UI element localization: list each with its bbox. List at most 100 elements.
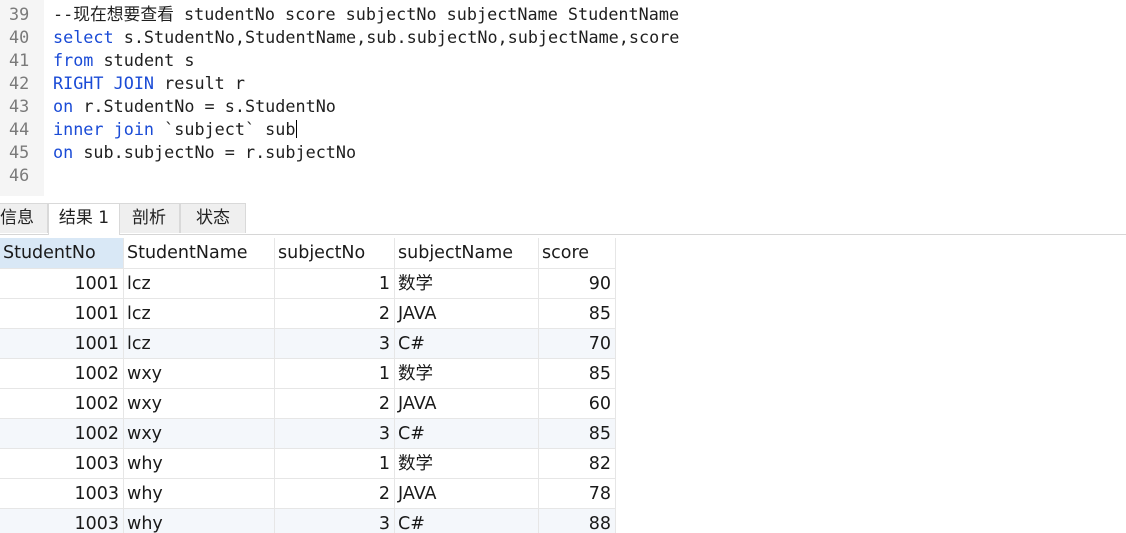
sql-comment: --现在想要查看 studentNo score subjectNo subje…: [53, 4, 680, 24]
cell-studentno[interactable]: 1001: [0, 299, 124, 329]
code-text: on r.StudentNo = s.StudentNo: [53, 95, 336, 118]
cell-subjectno[interactable]: 2: [275, 299, 395, 329]
sql-text: result r: [154, 73, 245, 93]
table-row[interactable]: 1001 lcz 2 JAVA 85: [0, 299, 616, 329]
cell-subjectname[interactable]: C#: [395, 509, 539, 533]
cell-score[interactable]: 90: [539, 269, 616, 299]
text-caret: [295, 120, 297, 138]
cell-studentname[interactable]: wxy: [124, 359, 275, 389]
code-text: inner join `subject` sub: [53, 118, 297, 141]
code-text: on sub.subjectNo = r.subjectNo: [53, 141, 356, 164]
cell-studentname[interactable]: lcz: [124, 329, 275, 359]
table-row[interactable]: 1003 why 1 数学 82: [0, 449, 616, 479]
code-line[interactable]: 41 from student s: [0, 49, 1126, 72]
sql-keyword: select: [53, 27, 114, 47]
table-row[interactable]: 1001 lcz 1 数学 90: [0, 269, 616, 299]
cell-subjectname[interactable]: JAVA: [395, 389, 539, 419]
line-number: 39: [9, 4, 30, 24]
code-text: --现在想要查看 studentNo score subjectNo subje…: [53, 3, 679, 26]
tab-status[interactable]: 状态: [180, 203, 246, 233]
cell-studentno[interactable]: 1003: [0, 449, 124, 479]
tab-profile[interactable]: 剖析: [118, 203, 180, 233]
cell-score[interactable]: 85: [539, 299, 616, 329]
cell-subjectname[interactable]: 数学: [395, 269, 539, 299]
column-header-studentname[interactable]: StudentName: [124, 238, 275, 269]
cell-score[interactable]: 70: [539, 329, 616, 359]
code-line[interactable]: 39 --现在想要查看 studentNo score subjectNo sub…: [0, 3, 1126, 26]
cell-subjectno[interactable]: 2: [275, 389, 395, 419]
result-grid: StudentNo StudentName subjectNo subjectN…: [0, 238, 1126, 533]
sql-text: `subject` sub: [154, 119, 296, 139]
line-number: 44: [9, 119, 30, 139]
sql-keyword: from: [53, 50, 94, 70]
tab-info[interactable]: 信息: [0, 203, 48, 233]
code-line[interactable]: 43 on r.StudentNo = s.StudentNo: [0, 95, 1126, 118]
cell-score[interactable]: 85: [539, 419, 616, 449]
cell-subjectno[interactable]: 3: [275, 329, 395, 359]
column-header-score[interactable]: score: [539, 238, 616, 269]
cell-studentname[interactable]: why: [124, 509, 275, 533]
cell-subjectno[interactable]: 1: [275, 359, 395, 389]
cell-score[interactable]: 78: [539, 479, 616, 509]
code-line[interactable]: 46: [0, 164, 1126, 187]
cell-subjectno[interactable]: 1: [275, 269, 395, 299]
cell-studentname[interactable]: why: [124, 479, 275, 509]
cell-studentname[interactable]: wxy: [124, 389, 275, 419]
table-row[interactable]: 1002 wxy 3 C# 85: [0, 419, 616, 449]
table-row[interactable]: 1002 wxy 2 JAVA 60: [0, 389, 616, 419]
sql-keyword: on: [53, 142, 74, 162]
cell-score[interactable]: 60: [539, 389, 616, 419]
sql-editor[interactable]: 39 --现在想要查看 studentNo score subjectNo sub…: [0, 0, 1126, 196]
cell-studentname[interactable]: wxy: [124, 419, 275, 449]
code-text: RIGHT JOIN result r: [53, 72, 245, 95]
code-text: select s.StudentNo,StudentName,sub.subje…: [53, 26, 679, 49]
result-tab-bar: 信息 结果 1 剖析 状态: [0, 196, 1126, 235]
cell-studentno[interactable]: 1003: [0, 479, 124, 509]
cell-subjectname[interactable]: 数学: [395, 359, 539, 389]
line-number: 43: [9, 96, 30, 116]
table-row[interactable]: 1002 wxy 1 数学 85: [0, 359, 616, 389]
cell-studentno[interactable]: 1002: [0, 389, 124, 419]
tab-result-1[interactable]: 结果 1: [48, 203, 120, 235]
cell-studentno[interactable]: 1002: [0, 359, 124, 389]
cell-subjectname[interactable]: C#: [395, 329, 539, 359]
cell-subjectname[interactable]: JAVA: [395, 299, 539, 329]
sql-keyword: inner join: [53, 119, 155, 139]
cell-subjectno[interactable]: 1: [275, 449, 395, 479]
cell-subjectno[interactable]: 3: [275, 509, 395, 533]
column-header-subjectno[interactable]: subjectNo: [275, 238, 395, 269]
code-line[interactable]: 45 on sub.subjectNo = r.subjectNo: [0, 141, 1126, 164]
grid-header-row: StudentNo StudentName subjectNo subjectN…: [0, 238, 616, 269]
cell-studentname[interactable]: lcz: [124, 299, 275, 329]
sql-text: s.StudentNo,StudentName,sub.subjectNo,su…: [113, 27, 680, 47]
column-header-subjectname[interactable]: subjectName: [395, 238, 539, 269]
cell-studentno[interactable]: 1001: [0, 329, 124, 359]
sql-text: sub.subjectNo = r.subjectNo: [73, 142, 357, 162]
table-row[interactable]: 1003 why 3 C# 88: [0, 509, 616, 533]
cell-subjectno[interactable]: 2: [275, 479, 395, 509]
cell-score[interactable]: 85: [539, 359, 616, 389]
cell-studentno[interactable]: 1001: [0, 269, 124, 299]
sql-text: r.StudentNo = s.StudentNo: [73, 96, 336, 116]
cell-score[interactable]: 82: [539, 449, 616, 479]
line-number: 41: [9, 50, 30, 70]
cell-studentname[interactable]: lcz: [124, 269, 275, 299]
cell-studentname[interactable]: why: [124, 449, 275, 479]
code-line[interactable]: 42 RIGHT JOIN result r: [0, 72, 1126, 95]
sql-keyword: on: [53, 96, 74, 116]
table-row[interactable]: 1001 lcz 3 C# 70: [0, 329, 616, 359]
line-number: 42: [9, 73, 30, 93]
cell-subjectname[interactable]: C#: [395, 419, 539, 449]
code-line[interactable]: 40 select s.StudentNo,StudentName,sub.sub…: [0, 26, 1126, 49]
cell-subjectname[interactable]: 数学: [395, 449, 539, 479]
cell-score[interactable]: 88: [539, 509, 616, 533]
cell-subjectname[interactable]: JAVA: [395, 479, 539, 509]
cell-studentno[interactable]: 1003: [0, 509, 124, 533]
sql-client-window: 39 --现在想要查看 studentNo score subjectNo sub…: [0, 0, 1126, 533]
table-row[interactable]: 1003 why 2 JAVA 78: [0, 479, 616, 509]
cell-subjectno[interactable]: 3: [275, 419, 395, 449]
line-number: 45: [9, 142, 30, 162]
cell-studentno[interactable]: 1002: [0, 419, 124, 449]
code-line[interactable]: 44 inner join `subject` sub: [0, 118, 1126, 141]
column-header-studentno[interactable]: StudentNo: [0, 238, 124, 269]
